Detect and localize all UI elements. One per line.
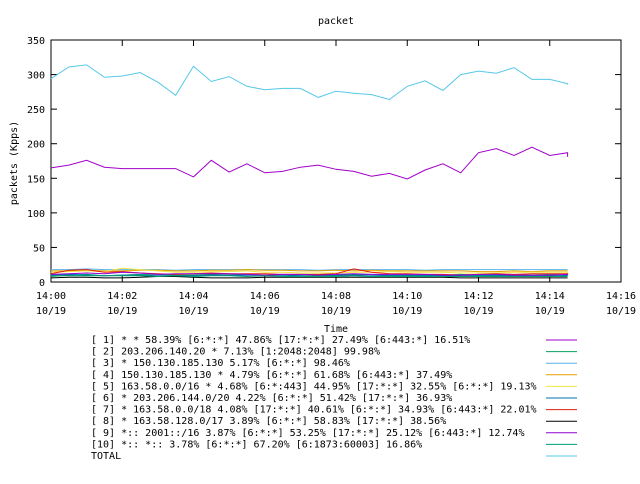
x-tick-date: 10/19 (535, 306, 565, 317)
legend-label: [ 4] 150.130.185.130 * 4.79% [6:*:*] 61.… (91, 370, 452, 381)
chart-svg: packet packets (Kpps) Time 0 50 100 150 200 2… (9, 16, 636, 462)
x-tick-date: 10/19 (321, 306, 351, 317)
legend-label: [10] *:: *:: 3.78% [6:*:*] 67.20% [6:187… (91, 439, 422, 450)
y-tick-label: 0 (39, 278, 45, 289)
legend-label: [ 8] * 163.58.128.0/17 3.89% [6:*:*] 58.… (91, 416, 446, 427)
x-axis-label: Time (324, 324, 348, 335)
x-tick-time: 14:14 (535, 291, 565, 302)
x-tick-time: 14:10 (392, 291, 422, 302)
y-tick-label: 200 (27, 140, 45, 151)
x-tick-time: 14:04 (178, 291, 208, 302)
y-tick-label: 350 (27, 36, 45, 47)
x-tick-date: 10/19 (250, 306, 280, 317)
x-tick-date: 10/19 (178, 306, 208, 317)
x-tick-date: 10/19 (463, 306, 493, 317)
y-axis-label: packets (Kpps) (9, 121, 20, 205)
y-tick-label: 50 (33, 243, 45, 254)
y-tick-label: 100 (27, 209, 45, 220)
legend-label: TOTAL (91, 451, 121, 462)
x-tick-time: 14:12 (463, 291, 493, 302)
x-tick-date: 10/19 (36, 306, 66, 317)
x-tick-date: 10/19 (107, 306, 137, 317)
legend-label: [ 5] 163.58.0.0/16 * 4.68% [6:*:443] 44.… (91, 381, 537, 392)
legend-label: [ 3] * 150.130.185.130 5.17% [6:*:*] 98.… (91, 358, 350, 369)
legend-label: [ 2] 203.206.140.20 * 7.13% [1:2048:2048… (91, 347, 380, 358)
plot-frame (50, 39, 622, 283)
series-line-1 (50, 146, 569, 180)
legend-label: [ 7] * 163.58.0.0/18 4.08% [17:*:*] 40.6… (91, 405, 537, 416)
x-tick-date: 10/19 (392, 306, 422, 317)
y-tick-label: 300 (27, 71, 45, 82)
y-tick-label: 250 (27, 105, 45, 116)
x-tick-time: 14:02 (107, 291, 137, 302)
x-tick-date: 10/19 (606, 306, 636, 317)
x-tick-time: 14:06 (250, 291, 280, 302)
y-tick-label: 150 (27, 174, 45, 185)
series-lines (50, 64, 569, 279)
x-tick-time: 14:16 (606, 291, 636, 302)
chart: packet packets (Kpps) Time 0 50 100 150 200 2… (0, 0, 640, 480)
x-tick-time: 14:08 (321, 291, 351, 302)
legend-label: [ 9] *:: 2001::/16 3.87% [6:*:*] 53.25% … (91, 428, 524, 439)
x-tick-time: 14:00 (36, 291, 66, 302)
chart-title: packet (318, 16, 354, 27)
legend: [ 1] * * 58.39% [6:*:*] 47.86% [17:*:*] … (91, 335, 577, 462)
series-line-11 (50, 64, 569, 101)
legend-label: [ 6] * 203.206.144.0/20 4.22% [6:*:*] 51… (91, 393, 452, 404)
legend-label: [ 1] * * 58.39% [6:*:*] 47.86% [17:*:*] … (91, 335, 470, 346)
